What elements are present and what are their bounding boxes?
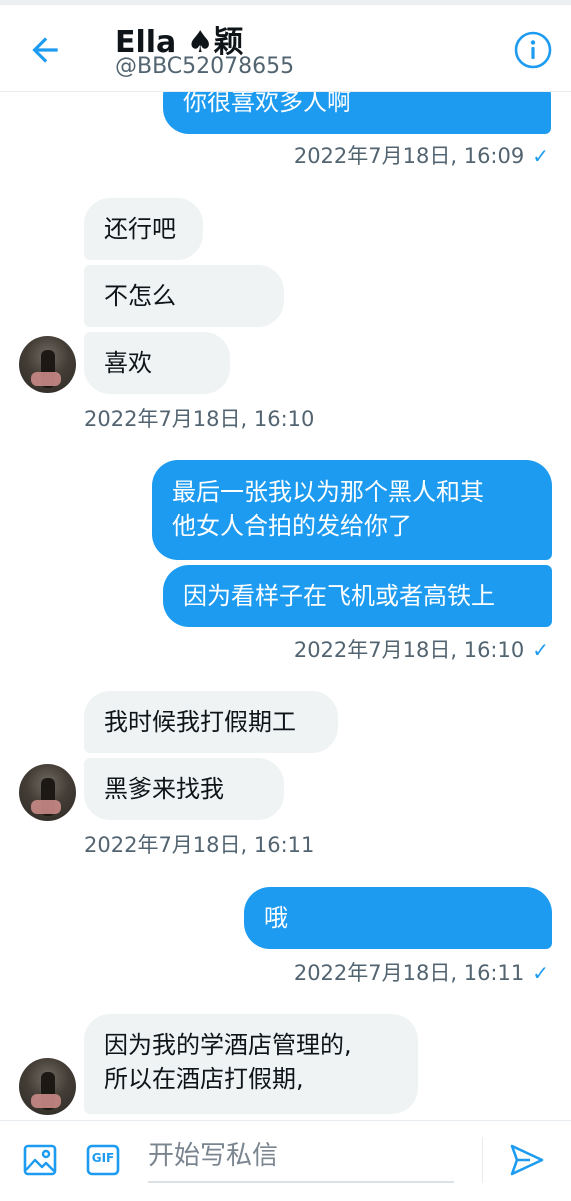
image-icon[interactable] xyxy=(22,1142,58,1178)
avatar[interactable] xyxy=(19,764,76,821)
message-timestamp: 2022年7月18日, 16:10 ✓ xyxy=(293,638,549,662)
message-bubble-incoming[interactable]: 喜欢 xyxy=(84,332,230,394)
composer-divider xyxy=(482,1137,483,1183)
avatar[interactable] xyxy=(19,1058,76,1115)
back-arrow-icon[interactable] xyxy=(26,31,64,69)
avatar[interactable] xyxy=(19,336,76,393)
message-bubble-incoming[interactable]: 我时候我打假期工 xyxy=(84,691,338,753)
message-composer: GIF 开始写私信 xyxy=(0,1120,571,1201)
message-text: 哦 xyxy=(264,904,288,932)
message-text-line: 所以在酒店打假期, xyxy=(104,1065,304,1093)
message-text: 我时候我打假期工 xyxy=(104,708,296,736)
message-timestamp: 2022年7月18日, 16:10 xyxy=(84,407,315,431)
message-bubble-outgoing[interactable]: 哦 xyxy=(244,887,552,949)
message-bubble-incoming[interactable]: 因为我的学酒店管理的, 所以在酒店打假期, xyxy=(84,1014,418,1114)
conversation-handle: @BBC52078655 xyxy=(115,54,295,79)
message-text: 你很喜欢多人啊 xyxy=(183,92,351,116)
message-bubble-incoming[interactable]: 黑爹来找我 xyxy=(84,758,284,820)
message-text: 因为看样子在飞机或者高铁上 xyxy=(183,582,495,610)
sent-check-icon: ✓ xyxy=(532,144,549,168)
message-text: 还行吧 xyxy=(104,215,176,243)
message-bubble-incoming[interactable]: 不怎么 xyxy=(84,265,284,327)
message-timestamp: 2022年7月18日, 16:11 ✓ xyxy=(293,961,549,985)
message-text: 喜欢 xyxy=(104,349,152,377)
message-timestamp: 2022年7月18日, 16:11 xyxy=(84,833,315,857)
message-thread[interactable]: 你很喜欢多人啊 2022年7月18日, 16:09 ✓ 还行吧 不怎么 喜欢 20… xyxy=(0,92,571,1120)
send-icon[interactable] xyxy=(508,1141,546,1179)
message-bubble-incoming[interactable]: 还行吧 xyxy=(84,198,203,260)
conversation-header: Ella ♠颖 @BBC52078655 xyxy=(0,5,571,92)
message-timestamp: 2022年7月18日, 16:09 ✓ xyxy=(293,144,549,168)
message-text-line: 最后一张我以为那个黑人和其 xyxy=(172,478,484,506)
message-input[interactable]: 开始写私信 xyxy=(148,1131,454,1183)
message-bubble-outgoing[interactable]: 最后一张我以为那个黑人和其 他女人合拍的发给你了 xyxy=(152,460,552,560)
message-text: 不怎么 xyxy=(104,282,176,310)
message-bubble-outgoing[interactable]: 因为看样子在飞机或者高铁上 xyxy=(163,565,552,627)
sent-check-icon: ✓ xyxy=(532,961,549,985)
message-text: 黑爹来找我 xyxy=(104,775,224,803)
sent-check-icon: ✓ xyxy=(532,638,549,662)
message-text-line: 因为我的学酒店管理的, xyxy=(104,1031,352,1059)
message-text-line: 他女人合拍的发给你了 xyxy=(172,512,412,540)
info-icon[interactable] xyxy=(513,30,553,70)
gif-icon[interactable]: GIF xyxy=(86,1143,120,1177)
message-bubble-outgoing[interactable]: 你很喜欢多人啊 xyxy=(163,92,551,134)
